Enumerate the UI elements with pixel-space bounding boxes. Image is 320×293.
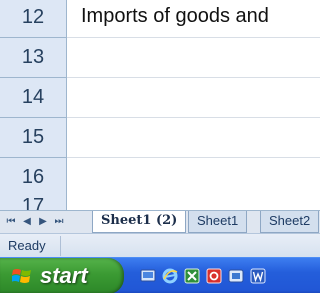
sheet-tab-bar: ⏮ ◀ ▶ ⏭ Sheet1 (2) Sheet1 Sheet2: [0, 210, 320, 234]
status-mode: Ready: [8, 238, 46, 253]
row-header-17[interactable]: 17: [0, 195, 67, 210]
cell-a12[interactable]: Imports of goods and: [67, 0, 320, 38]
tab-sheet2[interactable]: Sheet2: [260, 211, 320, 233]
row-header-14[interactable]: 14: [0, 78, 67, 118]
table-row: 12 Imports of goods and: [0, 0, 320, 38]
tab-sheet1-2[interactable]: Sheet1 (2): [92, 211, 187, 233]
worksheet-grid: 12 Imports of goods and 13 14 15 16 17: [0, 0, 320, 210]
table-row: 14: [0, 78, 320, 118]
start-button[interactable]: start: [0, 258, 124, 293]
table-row: 16: [0, 158, 320, 198]
taskbar: start: [0, 257, 320, 293]
sheet-navigation: ⏮ ◀ ▶ ⏭: [4, 214, 66, 230]
first-sheet-icon[interactable]: ⏮: [4, 214, 18, 230]
next-sheet-icon[interactable]: ▶: [36, 214, 50, 230]
excel-icon[interactable]: [184, 268, 200, 284]
row-header-16[interactable]: 16: [0, 158, 67, 198]
internet-explorer-icon[interactable]: [162, 268, 178, 284]
cell-a12-text: Imports of goods and: [81, 5, 269, 27]
row-header-13[interactable]: 13: [0, 38, 67, 78]
start-label: start: [40, 263, 88, 288]
table-row: 13: [0, 38, 320, 78]
previous-sheet-icon[interactable]: ◀: [20, 214, 34, 230]
media-player-icon[interactable]: [228, 268, 244, 284]
row-header-15[interactable]: 15: [0, 118, 67, 158]
status-bar: Ready: [0, 233, 320, 258]
cell-a13[interactable]: [67, 38, 320, 78]
table-row: 15: [0, 118, 320, 158]
last-sheet-icon[interactable]: ⏭: [52, 214, 66, 230]
cell-a14[interactable]: [67, 78, 320, 118]
excel-window: 12 Imports of goods and 13 14 15 16 17 ⏮…: [0, 0, 320, 293]
status-divider: [60, 236, 61, 256]
row-header-12[interactable]: 12: [0, 0, 67, 38]
show-desktop-icon[interactable]: [140, 268, 156, 284]
windows-logo-icon: [12, 269, 31, 283]
tab-sheet1[interactable]: Sheet1: [188, 211, 248, 233]
acrobat-icon[interactable]: [206, 268, 222, 284]
cell-a16[interactable]: [67, 158, 320, 198]
cell-a17[interactable]: [67, 195, 320, 210]
word-icon[interactable]: [250, 268, 266, 284]
table-row: 17: [0, 195, 320, 210]
cell-a15[interactable]: [67, 118, 320, 158]
